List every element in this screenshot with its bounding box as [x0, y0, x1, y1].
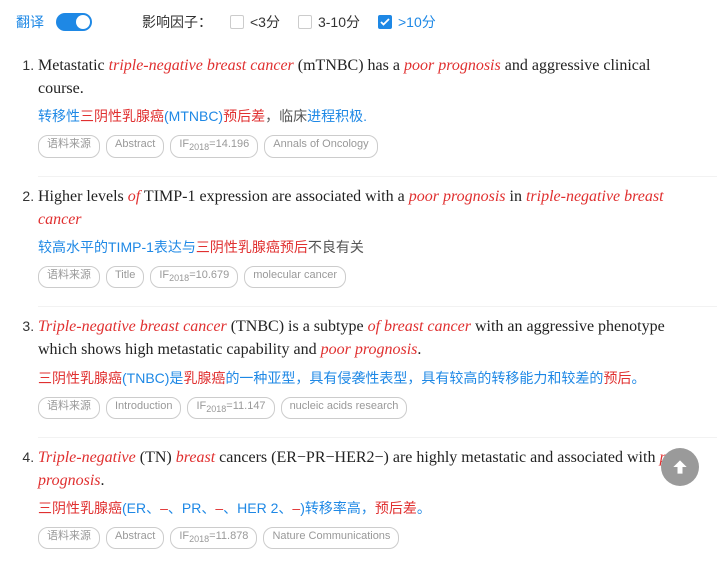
- result-item: Higher levels of TIMP-1 expression are a…: [38, 176, 717, 303]
- impact-factor-option-1[interactable]: 3-10分: [298, 12, 360, 32]
- tag-source[interactable]: 语料来源: [38, 397, 100, 419]
- result-tags: 语料来源 Introduction IF2018=11.147 nucleic aci…: [38, 397, 697, 419]
- checkbox-label: >10分: [398, 12, 436, 32]
- english-sentence: Metastatic triple-negative breast cancer…: [38, 54, 697, 100]
- tag-section[interactable]: Introduction: [106, 397, 181, 419]
- english-sentence: Triple-negative breast cancer (TNBC) is …: [38, 315, 697, 361]
- tag-section[interactable]: Title: [106, 266, 144, 288]
- tag-source[interactable]: 语料来源: [38, 135, 100, 157]
- checkbox-icon: [298, 15, 312, 29]
- tag-source[interactable]: 语料来源: [38, 527, 100, 549]
- tag-journal[interactable]: Annals of Oncology: [264, 135, 377, 157]
- tag-section[interactable]: Abstract: [106, 135, 164, 157]
- tag-journal[interactable]: molecular cancer: [244, 266, 346, 288]
- checkbox-label: <3分: [250, 12, 280, 32]
- result-tags: 语料来源 Abstract IF2018=11.878 Nature Communic…: [38, 527, 697, 549]
- english-sentence: Higher levels of TIMP-1 expression are a…: [38, 185, 697, 231]
- arrow-up-icon: [670, 457, 690, 477]
- toggle-knob: [76, 15, 90, 29]
- translate-label: 翻译: [16, 12, 44, 32]
- result-tags: 语料来源 Title IF2018=10.679 molecular cancer: [38, 266, 697, 288]
- impact-factor-label: 影响因子：: [142, 12, 212, 32]
- tag-section[interactable]: Abstract: [106, 527, 164, 549]
- english-sentence: Triple-negative (TN) breast cancers (ER−…: [38, 446, 697, 492]
- result-tags: 语料来源 Abstract IF2018=14.196 Annals of Oncol…: [38, 135, 697, 157]
- filter-bar: 翻译 影响因子： <3分 3-10分 >10分: [4, 6, 717, 46]
- checkbox-icon: [230, 15, 244, 29]
- result-item: Triple-negative (TN) breast cancers (ER−…: [38, 437, 717, 564]
- impact-factor-option-2[interactable]: >10分: [378, 12, 436, 32]
- tag-journal[interactable]: nucleic acids research: [281, 397, 408, 419]
- tag-impact-factor[interactable]: IF2018=11.878: [170, 527, 257, 549]
- scroll-to-top-button[interactable]: [661, 448, 699, 486]
- chinese-translation: 较高水平的TIMP-1表达与三阴性乳腺癌预后不良有关: [38, 237, 697, 258]
- chinese-translation: 三阴性乳腺癌(ER、–、PR、–、HER 2、–)转移率高，预后差。: [38, 498, 697, 519]
- chinese-translation: 转移性三阴性乳腺癌(MTNBC)预后差，临床进程积极.: [38, 106, 697, 127]
- impact-factor-option-0[interactable]: <3分: [230, 12, 280, 32]
- chinese-translation: 三阴性乳腺癌(TNBC)是乳腺癌的一种亚型，具有侵袭性表型，具有较高的转移能力和…: [38, 368, 697, 389]
- translate-toggle[interactable]: [56, 13, 92, 31]
- results-list: Metastatic triple-negative breast cancer…: [4, 46, 717, 563]
- result-item: Metastatic triple-negative breast cancer…: [38, 46, 717, 172]
- tag-journal[interactable]: Nature Communications: [263, 527, 399, 549]
- tag-impact-factor[interactable]: IF2018=10.679: [150, 266, 238, 288]
- result-item: Triple-negative breast cancer (TNBC) is …: [38, 306, 717, 433]
- checkbox-icon: [378, 15, 392, 29]
- impact-factor-options: <3分 3-10分 >10分: [230, 12, 436, 32]
- tag-impact-factor[interactable]: IF2018=14.196: [170, 135, 258, 157]
- tag-source[interactable]: 语料来源: [38, 266, 100, 288]
- tag-impact-factor[interactable]: IF2018=11.147: [187, 397, 274, 419]
- checkbox-label: 3-10分: [318, 12, 360, 32]
